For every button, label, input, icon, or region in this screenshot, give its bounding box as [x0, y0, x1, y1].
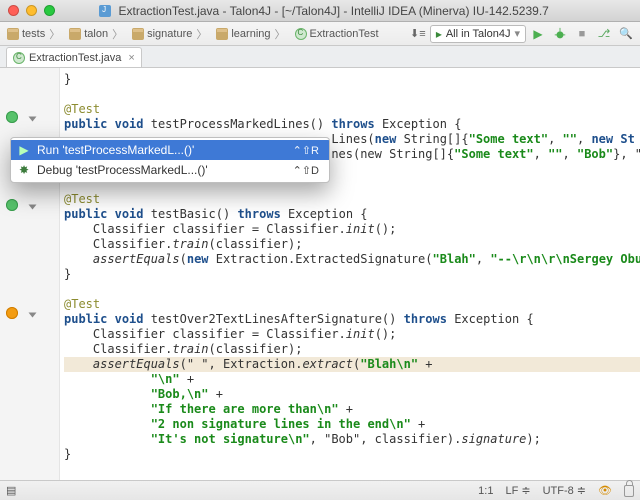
run-gutter-icon[interactable]	[6, 111, 18, 123]
structure-tool-icon[interactable]: ▤	[6, 484, 16, 497]
navigation-bar: tests〉 talon〉 signature〉 learning〉 Extra…	[0, 22, 640, 46]
window-title: ExtractionTest.java - Talon4J - [~/Talon…	[8, 4, 640, 18]
status-bar: ▤ 1:1 LF ≑ UTF-8 ≑ 👁	[0, 480, 640, 500]
run-icon: ▶	[17, 143, 31, 157]
caret-position[interactable]: 1:1	[478, 485, 493, 497]
folder-icon	[69, 28, 81, 40]
make-button[interactable]: ⬇︎≡	[408, 24, 428, 44]
context-menu-debug[interactable]: ✸ Debug 'testProcessMarkedL...()' ⌃⇧D	[11, 160, 329, 180]
context-menu-run[interactable]: ▶ Run 'testProcessMarkedL...()' ⌃⇧R	[11, 140, 329, 160]
line-separator[interactable]: LF ≑	[505, 484, 530, 497]
menu-item-shortcut: ⌃⇧R	[293, 144, 319, 157]
lock-icon[interactable]	[624, 485, 634, 497]
context-menu: ▶ Run 'testProcessMarkedL...()' ⌃⇧R ✸ De…	[10, 137, 330, 183]
class-icon	[13, 52, 25, 64]
debug-button[interactable]	[550, 24, 570, 44]
window-title-text: ExtractionTest.java - Talon4J - [~/Talon…	[119, 4, 549, 18]
vcs-button[interactable]: ⎇	[594, 24, 614, 44]
editor: } @Test public void testProcessMarkedLin…	[0, 68, 640, 480]
run-icon: ▸	[436, 27, 442, 41]
warning-gutter-icon[interactable]	[6, 307, 18, 319]
file-encoding[interactable]: UTF-8 ≑	[543, 484, 586, 497]
bug-icon	[553, 27, 567, 41]
breadcrumb-item[interactable]: talon〉	[66, 26, 127, 42]
folder-icon	[216, 28, 228, 40]
chevron-down-icon: ▾	[514, 27, 520, 40]
run-configuration-dropdown[interactable]: ▸ All in Talon4J ▾	[430, 25, 526, 43]
breadcrumb-item[interactable]: signature〉	[129, 26, 211, 42]
fold-toggle-icon[interactable]	[29, 313, 37, 318]
folder-icon	[132, 28, 144, 40]
class-icon	[295, 28, 307, 40]
bug-icon: ✸	[17, 163, 31, 177]
editor-tabs: ExtractionTest.java ×	[0, 46, 640, 68]
search-button[interactable]: 🔍	[616, 24, 636, 44]
run-gutter-icon[interactable]	[6, 199, 18, 211]
menu-item-shortcut: ⌃⇧D	[293, 164, 319, 177]
tab-label: ExtractionTest.java	[29, 52, 121, 64]
folder-icon	[7, 28, 19, 40]
menu-item-label: Debug 'testProcessMarkedL...()'	[37, 163, 208, 177]
close-tab-icon[interactable]: ×	[128, 52, 134, 64]
menu-item-label: Run 'testProcessMarkedL...()'	[37, 143, 194, 157]
code-area[interactable]: } @Test public void testProcessMarkedLin…	[60, 68, 640, 480]
run-config-label: All in Talon4J	[446, 28, 511, 40]
breadcrumb-item[interactable]: ExtractionTest	[292, 28, 382, 40]
file-type-icon	[99, 5, 111, 17]
gutter[interactable]	[0, 68, 60, 480]
tab-extractiontest[interactable]: ExtractionTest.java ×	[6, 47, 142, 67]
fold-toggle-icon[interactable]	[29, 117, 37, 122]
breadcrumb-item[interactable]: tests〉	[4, 26, 64, 42]
stop-button[interactable]: ■	[572, 24, 592, 44]
breadcrumb-item[interactable]: learning〉	[213, 26, 289, 42]
run-button[interactable]: ▶	[528, 24, 548, 44]
titlebar: ExtractionTest.java - Talon4J - [~/Talon…	[0, 0, 640, 22]
fold-toggle-icon[interactable]	[29, 205, 37, 210]
inspection-indicator-icon[interactable]: 👁	[598, 484, 612, 497]
